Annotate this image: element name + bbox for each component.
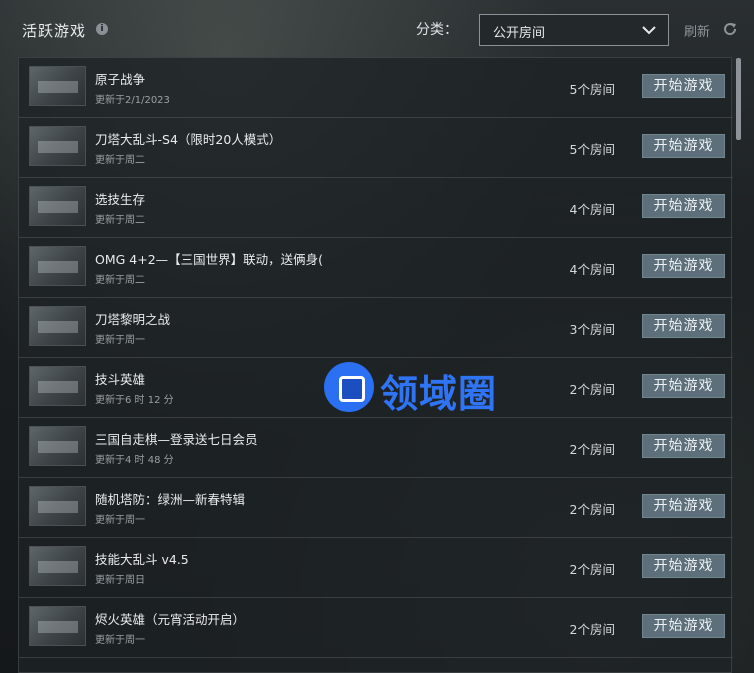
game-name: 选技生存	[95, 192, 146, 207]
play-button[interactable]: 开始游戏	[642, 554, 725, 578]
game-thumbnail	[29, 246, 86, 286]
room-count: 5个房间	[569, 142, 615, 157]
play-button[interactable]: 开始游戏	[642, 494, 725, 518]
game-updated: 更新于周二	[95, 155, 145, 166]
info-icon[interactable]: i	[96, 23, 108, 35]
game-row[interactable]: 刀塔大乱斗-S4（限时20人模式） 更新于周二 5个房间 开始游戏	[19, 118, 733, 178]
game-name: OMG 4+2—【三国世界】联动，送俩身(	[95, 252, 324, 267]
room-count: 4个房间	[569, 262, 615, 277]
game-row[interactable]: 技能大乱斗 v4.5 更新于周日 2个房间 开始游戏	[19, 538, 733, 598]
game-name: 刀塔大乱斗-S4（限时20人模式）	[95, 132, 282, 147]
play-button[interactable]: 开始游戏	[642, 74, 725, 98]
game-thumbnail	[29, 66, 86, 106]
game-updated: 更新于周日	[95, 575, 145, 586]
room-count: 2个房间	[569, 562, 615, 577]
page-title: 活跃游戏	[22, 22, 87, 40]
room-count: 4个房间	[569, 202, 615, 217]
game-thumbnail	[29, 606, 86, 646]
room-count: 2个房间	[569, 382, 615, 397]
room-count: 2个房间	[569, 622, 615, 637]
play-button[interactable]: 开始游戏	[642, 374, 725, 398]
room-count: 5个房间	[569, 82, 615, 97]
game-row[interactable]: OMG 4+2—【三国世界】联动，送俩身( 更新于周二 4个房间 开始游戏	[19, 238, 733, 298]
play-button[interactable]: 开始游戏	[642, 134, 725, 158]
game-updated: 更新于周一	[95, 515, 145, 526]
room-count: 3个房间	[569, 322, 615, 337]
game-row[interactable]: 选技生存 更新于周二 4个房间 开始游戏	[19, 178, 733, 238]
game-thumbnail	[29, 426, 86, 466]
play-button[interactable]: 开始游戏	[642, 614, 725, 638]
room-count: 2个房间	[569, 502, 615, 517]
room-count: 2个房间	[569, 442, 615, 457]
category-label: 分类：	[416, 22, 458, 38]
list-scrollbar[interactable]	[736, 58, 741, 140]
game-name: 刀塔黎明之战	[95, 312, 171, 327]
game-row[interactable]: 三国自走棋—登录送七日会员 更新于4 时 48 分 2个房间 开始游戏	[19, 418, 733, 478]
game-name: 烬火英雄（元宵活动开启）	[95, 612, 246, 627]
chevron-down-icon	[642, 26, 656, 35]
game-updated: 更新于周一	[95, 335, 145, 346]
game-row[interactable]: 原子战争 更新于2/1/2023 5个房间 开始游戏	[19, 58, 733, 118]
watermark-text: 领域圈	[380, 372, 498, 416]
header: 活跃游戏 i 分类： 公开房间 刷新	[0, 0, 754, 58]
game-updated: 更新于周二	[95, 275, 145, 286]
play-button[interactable]: 开始游戏	[642, 434, 725, 458]
game-name: 随机塔防：绿洲—新春特辑	[95, 492, 246, 507]
category-selected-value: 公开房间	[493, 26, 546, 41]
game-thumbnail	[29, 366, 86, 406]
game-updated: 更新于2/1/2023	[95, 95, 170, 106]
game-thumbnail	[29, 486, 86, 526]
game-thumbnail	[29, 126, 86, 166]
game-name: 技斗英雄	[95, 372, 146, 387]
game-name: 原子战争	[95, 72, 146, 87]
game-row[interactable]: 烬火英雄（元宵活动开启） 更新于周一 2个房间 开始游戏	[19, 598, 733, 658]
game-updated: 更新于周一	[95, 635, 145, 646]
game-row[interactable]: 随机塔防：绿洲—新春特辑 更新于周一 2个房间 开始游戏	[19, 478, 733, 538]
game-updated: 更新于4 时 48 分	[95, 455, 174, 466]
play-button[interactable]: 开始游戏	[642, 194, 725, 218]
logo-icon	[324, 362, 374, 412]
refresh-button[interactable]: 刷新	[684, 21, 710, 40]
play-button[interactable]: 开始游戏	[642, 254, 725, 278]
watermark: 领域圈	[324, 361, 546, 416]
category-select[interactable]: 公开房间	[479, 14, 669, 46]
game-updated: 更新于6 时 12 分	[95, 395, 174, 406]
game-thumbnail	[29, 546, 86, 586]
refresh-icon[interactable]	[722, 21, 738, 37]
game-thumbnail	[29, 186, 86, 226]
game-thumbnail	[29, 306, 86, 346]
game-row[interactable]: 刀塔黎明之战 更新于周一 3个房间 开始游戏	[19, 298, 733, 358]
game-name: 技能大乱斗 v4.5	[95, 552, 189, 567]
game-updated: 更新于周二	[95, 215, 145, 226]
play-button[interactable]: 开始游戏	[642, 314, 725, 338]
game-name: 三国自走棋—登录送七日会员	[95, 432, 258, 447]
